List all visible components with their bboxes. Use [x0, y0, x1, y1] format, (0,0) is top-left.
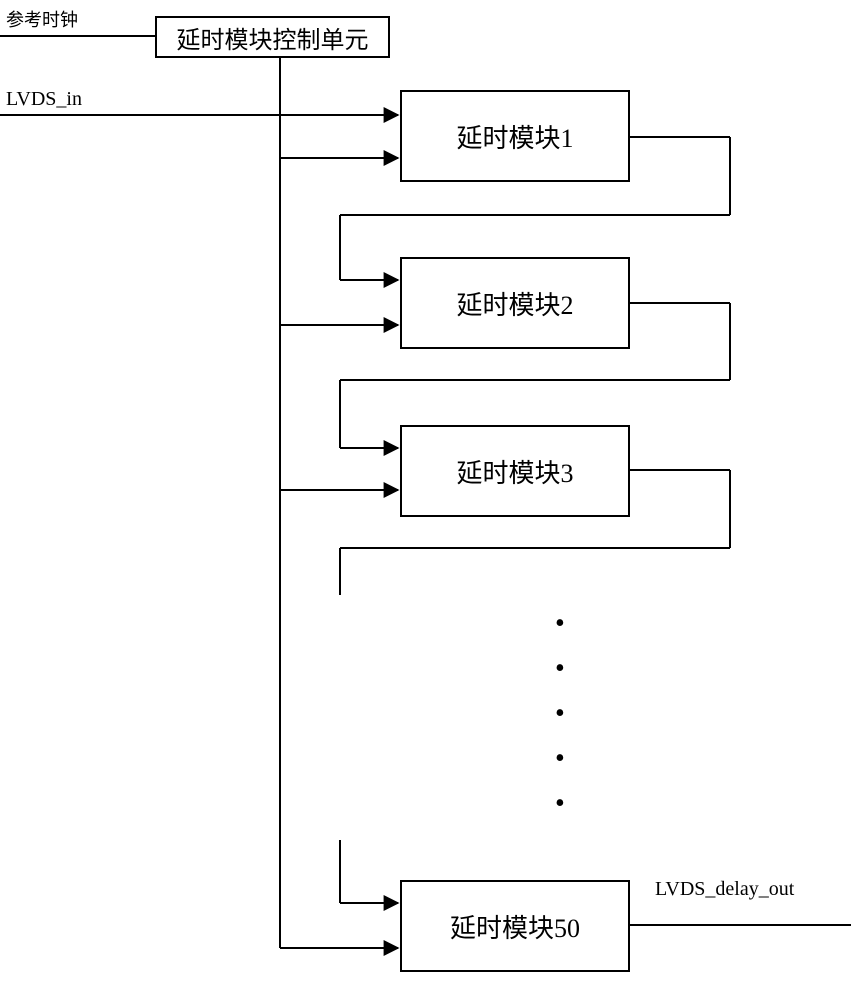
ellipsis-dot-icon: •: [555, 700, 565, 728]
lvds-in-label: LVDS_in: [6, 88, 82, 111]
lvds-delay-out-label: LVDS_delay_out: [655, 878, 794, 901]
delay-module-2-box: 延时模块2: [400, 257, 630, 349]
ellipsis-dot-icon: •: [555, 745, 565, 773]
ref-clock-label: 参考时钟: [6, 6, 78, 32]
delay-module-3-box: 延时模块3: [400, 425, 630, 517]
ellipsis-dot-icon: •: [555, 790, 565, 818]
control-unit-text: 延时模块控制单元: [177, 20, 369, 55]
delay-module-2-text: 延时模块2: [456, 285, 573, 322]
delay-module-3-text: 延时模块3: [456, 453, 573, 490]
delay-module-1-text: 延时模块1: [456, 118, 573, 155]
delay-module-1-box: 延时模块1: [400, 90, 630, 182]
delay-module-50-text: 延时模块50: [450, 908, 580, 945]
ellipsis-dot-icon: •: [555, 610, 565, 638]
delay-module-50-box: 延时模块50: [400, 880, 630, 972]
control-unit-box: 延时模块控制单元: [155, 16, 390, 58]
ellipsis-dot-icon: •: [555, 655, 565, 683]
